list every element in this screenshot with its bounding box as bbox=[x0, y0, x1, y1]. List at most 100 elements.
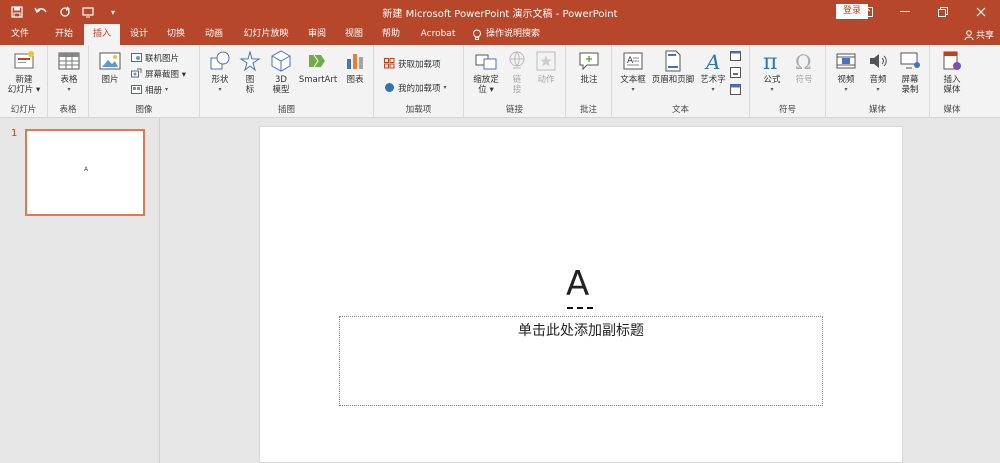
store-icon bbox=[384, 58, 395, 69]
window-controls bbox=[848, 0, 1000, 24]
tab-review[interactable]: 审阅 bbox=[300, 24, 334, 45]
comment-button[interactable]: 批注 bbox=[574, 49, 604, 85]
tell-me-search[interactable]: 操作说明搜索 bbox=[472, 24, 562, 45]
wordart-button[interactable]: A 艺术字 ▾ bbox=[698, 49, 728, 95]
subtitle-placeholder-text: 单击此处添加副标题 bbox=[518, 323, 644, 339]
slide-number-icon bbox=[730, 67, 741, 78]
minimize-icon[interactable] bbox=[886, 0, 924, 24]
share-label: 共享 bbox=[975, 31, 994, 41]
tell-me-label: 操作说明搜索 bbox=[486, 29, 541, 39]
group-insert-media: 插入 媒体 媒体 bbox=[930, 45, 974, 118]
tab-file[interactable]: 文件 bbox=[2, 24, 38, 45]
3d-models-button[interactable]: 3D 模型 bbox=[268, 49, 294, 95]
photo-album-button[interactable]: 相册 ▾ bbox=[131, 83, 168, 96]
subtitle-placeholder[interactable]: 单击此处添加副标题 bbox=[339, 316, 823, 406]
new-slide-button[interactable]: 新建 幻灯片 ▾ bbox=[6, 49, 42, 95]
table-button[interactable]: 表格 ▾ bbox=[54, 49, 84, 95]
restore-icon[interactable] bbox=[924, 0, 962, 24]
comment-icon bbox=[579, 52, 599, 71]
pi-icon: π bbox=[763, 50, 777, 73]
group-addins: 获取加载项 我的加载项 ▾ 加载项 bbox=[374, 45, 464, 118]
tab-help[interactable]: 帮助 bbox=[374, 24, 408, 45]
title-placeholder[interactable]: A bbox=[566, 267, 589, 301]
icons-icon bbox=[239, 50, 261, 72]
tab-transitions[interactable]: 切换 bbox=[158, 24, 194, 45]
screen-record-icon bbox=[900, 52, 920, 69]
tab-insert[interactable]: 插入 bbox=[84, 24, 120, 45]
slide-thumbnail-pane: 1 A bbox=[0, 118, 160, 463]
slide-canvas[interactable]: A 单击此处添加副标题 bbox=[259, 126, 903, 463]
cube-icon bbox=[271, 50, 291, 72]
svg-text:Ω: Ω bbox=[795, 50, 812, 73]
symbol-button[interactable]: Ω 符号 bbox=[790, 49, 818, 85]
audio-button[interactable]: 音频 ▾ bbox=[864, 49, 892, 95]
video-button[interactable]: 视频 ▾ bbox=[832, 49, 860, 95]
slide-number-button[interactable] bbox=[730, 66, 741, 79]
object-button[interactable] bbox=[730, 83, 741, 96]
object-icon bbox=[730, 84, 741, 95]
tab-acrobat[interactable]: Acrobat bbox=[414, 24, 462, 45]
insert-media-button[interactable]: 插入 媒体 bbox=[936, 49, 968, 95]
icons-button[interactable]: 图 标 bbox=[238, 49, 262, 95]
ribbon-tabs: 文件 开始 插入 设计 切换 动画 幻灯片放映 审阅 视图 帮助 Acrobat… bbox=[0, 24, 1000, 45]
group-tables: 表格 ▾ 表格 bbox=[48, 45, 89, 118]
smartart-button[interactable]: SmartArt bbox=[298, 49, 338, 85]
group-comments: 批注 批注 bbox=[566, 45, 612, 118]
tab-animations[interactable]: 动画 bbox=[196, 24, 232, 45]
group-media: 视频 ▾ 音频 ▾ 屏幕 录制 媒体 bbox=[826, 45, 930, 118]
picture-icon bbox=[99, 52, 121, 70]
group-slides: 新建 幻灯片 ▾ 幻灯片 bbox=[0, 45, 48, 118]
tab-view[interactable]: 视图 bbox=[337, 24, 371, 45]
shapes-button[interactable]: 形状 ▾ bbox=[206, 49, 234, 95]
chart-button[interactable]: 图表 bbox=[342, 49, 368, 85]
get-addins-button[interactable]: 获取加载项 bbox=[384, 57, 441, 70]
calendar-icon bbox=[730, 51, 741, 61]
action-star-icon bbox=[536, 51, 556, 71]
ribbon: 新建 幻灯片 ▾ 幻灯片 表格 ▾ 表格 图片 联机图片 屏幕截图 ▾ 相册 ▾… bbox=[0, 45, 1000, 118]
new-slide-icon bbox=[14, 51, 34, 69]
header-footer-icon bbox=[665, 50, 681, 72]
slide-number: 1 bbox=[11, 128, 18, 139]
screenshot-icon bbox=[131, 68, 142, 78]
group-illustrations: 形状 ▾ 图 标 3D 模型 SmartArt 图表 插图 bbox=[200, 45, 374, 118]
online-picture-button[interactable]: 联机图片 bbox=[131, 51, 179, 64]
close-icon[interactable] bbox=[962, 0, 1000, 24]
share-button[interactable]: 共享 bbox=[964, 28, 994, 41]
table-icon bbox=[58, 52, 80, 70]
group-text: A 文本框 ▾ 页眉和页脚 A 艺术字 ▾ 文本 bbox=[612, 45, 750, 118]
zoom-icon bbox=[475, 54, 497, 70]
svg-text:A: A bbox=[704, 50, 720, 73]
title-bar: ▾ 新建 Microsoft PowerPoint 演示文稿 - PowerPo… bbox=[0, 0, 1000, 24]
header-footer-button[interactable]: 页眉和页脚 bbox=[650, 49, 696, 85]
photo-album-icon bbox=[131, 85, 142, 94]
online-picture-icon bbox=[131, 53, 142, 62]
ribbon-display-options-icon[interactable] bbox=[848, 0, 886, 24]
tab-slideshow[interactable]: 幻灯片放映 bbox=[236, 24, 296, 45]
puzzle-icon bbox=[385, 83, 394, 92]
omega-icon: Ω bbox=[795, 50, 812, 73]
screen-recording-button[interactable]: 屏幕 录制 bbox=[896, 49, 924, 95]
lightbulb-icon bbox=[473, 29, 481, 40]
my-addins-button[interactable]: 我的加载项 ▾ bbox=[384, 81, 447, 94]
slide-editing-area: A 单击此处添加副标题 bbox=[160, 118, 1000, 463]
thumbnail-title-text: A bbox=[84, 166, 89, 173]
equation-button[interactable]: π 公式 ▾ bbox=[758, 49, 786, 95]
person-icon bbox=[964, 29, 974, 40]
picture-button[interactable]: 图片 bbox=[95, 49, 125, 85]
svg-text:π: π bbox=[763, 50, 777, 73]
link-button[interactable]: 链 接 bbox=[506, 49, 528, 95]
chart-icon bbox=[347, 54, 363, 69]
shapes-icon bbox=[210, 51, 230, 70]
tab-home[interactable]: 开始 bbox=[46, 24, 82, 45]
tab-design[interactable]: 设计 bbox=[121, 24, 157, 45]
speaker-icon bbox=[870, 54, 887, 68]
textbox-button[interactable]: A 文本框 ▾ bbox=[616, 49, 650, 95]
smartart-icon bbox=[309, 54, 325, 68]
slide-thumbnail[interactable]: A bbox=[25, 129, 145, 216]
action-button[interactable]: 动作 bbox=[532, 49, 560, 85]
date-time-button[interactable] bbox=[730, 49, 741, 62]
textbox-icon: A bbox=[623, 52, 643, 70]
screenshot-button[interactable]: 屏幕截图 ▾ bbox=[131, 67, 186, 80]
film-icon bbox=[836, 53, 856, 69]
zoom-button[interactable]: 缩放定 位 ▾ bbox=[468, 49, 504, 95]
